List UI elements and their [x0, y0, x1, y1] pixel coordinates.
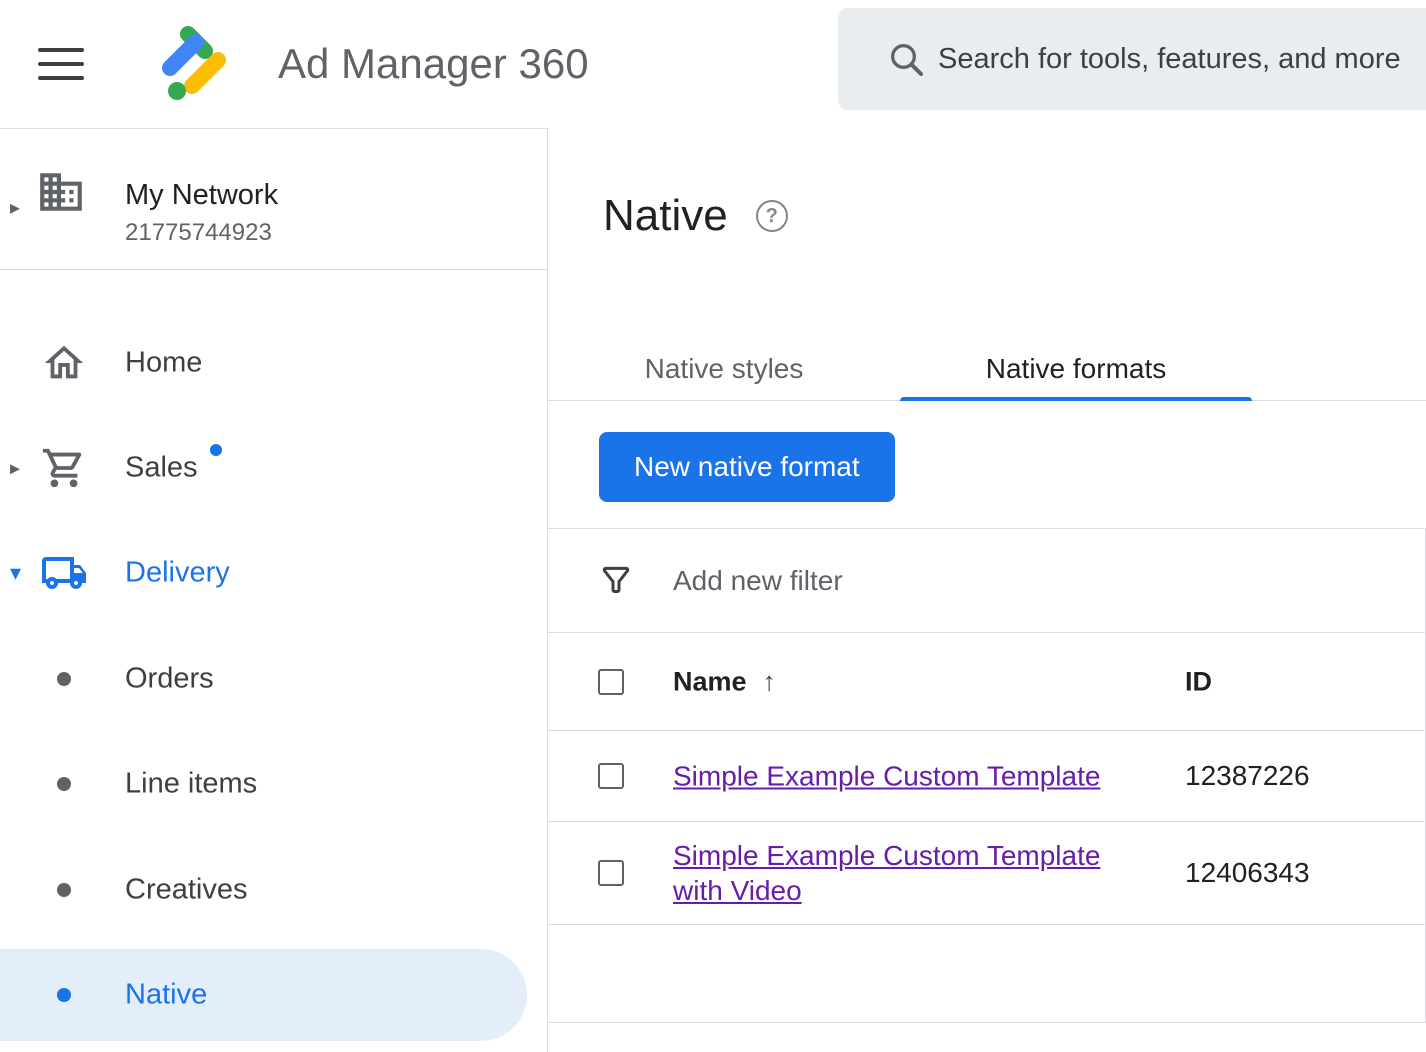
network-id: 21775744923 — [125, 219, 272, 247]
table-row: Simple Example Custom Template with Vide… — [548, 822, 1426, 925]
tab-label: Native styles — [645, 353, 804, 385]
chevron-down-icon[interactable]: ▾ — [10, 560, 36, 586]
column-header-name[interactable]: Name ↑ — [673, 667, 776, 698]
tab-native-formats[interactable]: Native formats — [900, 337, 1252, 400]
add-filter-label: Add new filter — [673, 565, 843, 597]
sidebar-item-label: Delivery — [125, 557, 230, 590]
search-icon — [886, 39, 926, 79]
row-checkbox[interactable] — [598, 763, 624, 789]
column-header-id[interactable]: ID — [1185, 667, 1212, 698]
truck-icon — [40, 549, 88, 597]
sidebar-divider — [0, 269, 547, 270]
help-icon[interactable]: ? — [756, 200, 788, 232]
menu-button[interactable] — [38, 44, 88, 84]
page-title: Native — [603, 191, 728, 241]
network-selector[interactable]: ▸ My Network 21775744923 — [0, 143, 547, 269]
sidebar-item-label: Line items — [125, 768, 257, 801]
menu-icon — [38, 48, 84, 52]
bullet-icon — [57, 777, 71, 791]
sidebar-item-line-items[interactable]: Line items — [0, 738, 527, 830]
sidebar-item-label: Sales — [125, 452, 198, 485]
bullet-icon — [57, 883, 71, 897]
network-building-icon — [36, 167, 86, 222]
sidebar-item-home[interactable]: Home — [0, 317, 527, 409]
filter-bar[interactable]: Add new filter — [548, 528, 1426, 633]
sidebar-item-orders[interactable]: Orders — [0, 633, 527, 725]
format-name-link[interactable]: Simple Example Custom Template — [673, 759, 1100, 794]
sidebar-item-label: Orders — [125, 663, 214, 696]
page-title-row: Native ? — [603, 186, 788, 246]
chevron-right-icon[interactable]: ▸ — [10, 195, 20, 220]
chevron-right-icon[interactable]: ▸ — [10, 456, 36, 481]
home-icon — [40, 340, 88, 386]
sidebar-item-label: Home — [125, 347, 202, 380]
tab-label: Native formats — [986, 353, 1167, 385]
tab-bar: Native styles Native formats — [548, 337, 1426, 401]
filter-icon — [598, 563, 634, 599]
format-name-link[interactable]: Simple Example Custom Template with Vide… — [673, 838, 1151, 908]
ad-manager-logo-icon — [146, 14, 242, 114]
network-name: My Network — [125, 179, 278, 212]
app-title: Ad Manager 360 — [278, 0, 589, 128]
format-id: 12406343 — [1185, 857, 1310, 889]
top-header: Ad Manager 360 — [0, 0, 1426, 128]
table-bottom-border — [548, 1022, 1426, 1023]
new-native-format-button[interactable]: New native format — [599, 432, 895, 502]
sidebar-item-native[interactable]: Native — [0, 949, 527, 1041]
format-id: 12387226 — [1185, 760, 1310, 792]
search-input[interactable] — [938, 8, 1418, 110]
bullet-icon — [57, 988, 71, 1002]
bullet-icon — [57, 672, 71, 686]
table-header: Name ↑ ID — [548, 634, 1426, 731]
select-all-checkbox[interactable] — [598, 669, 624, 695]
sidebar-item-label: Native — [125, 979, 207, 1012]
sidebar-item-delivery[interactable]: ▾ Delivery — [0, 527, 527, 619]
sidebar-item-sales[interactable]: ▸ Sales — [0, 422, 527, 514]
sidebar-item-creatives[interactable]: Creatives — [0, 844, 527, 936]
search-bar[interactable] — [838, 8, 1426, 110]
tab-native-styles[interactable]: Native styles — [548, 337, 900, 400]
main-content: Native ? Native styles Native formats Ne… — [548, 128, 1426, 1052]
table-row: Simple Example Custom Template 12387226 — [548, 731, 1426, 822]
row-checkbox[interactable] — [598, 860, 624, 886]
cart-icon — [40, 445, 88, 491]
sidebar: ▸ My Network 21775744923 Home ▸ — [0, 128, 548, 1052]
sidebar-item-label: Creatives — [125, 874, 248, 907]
notification-dot — [210, 444, 222, 456]
sort-ascending-icon[interactable]: ↑ — [763, 667, 777, 698]
